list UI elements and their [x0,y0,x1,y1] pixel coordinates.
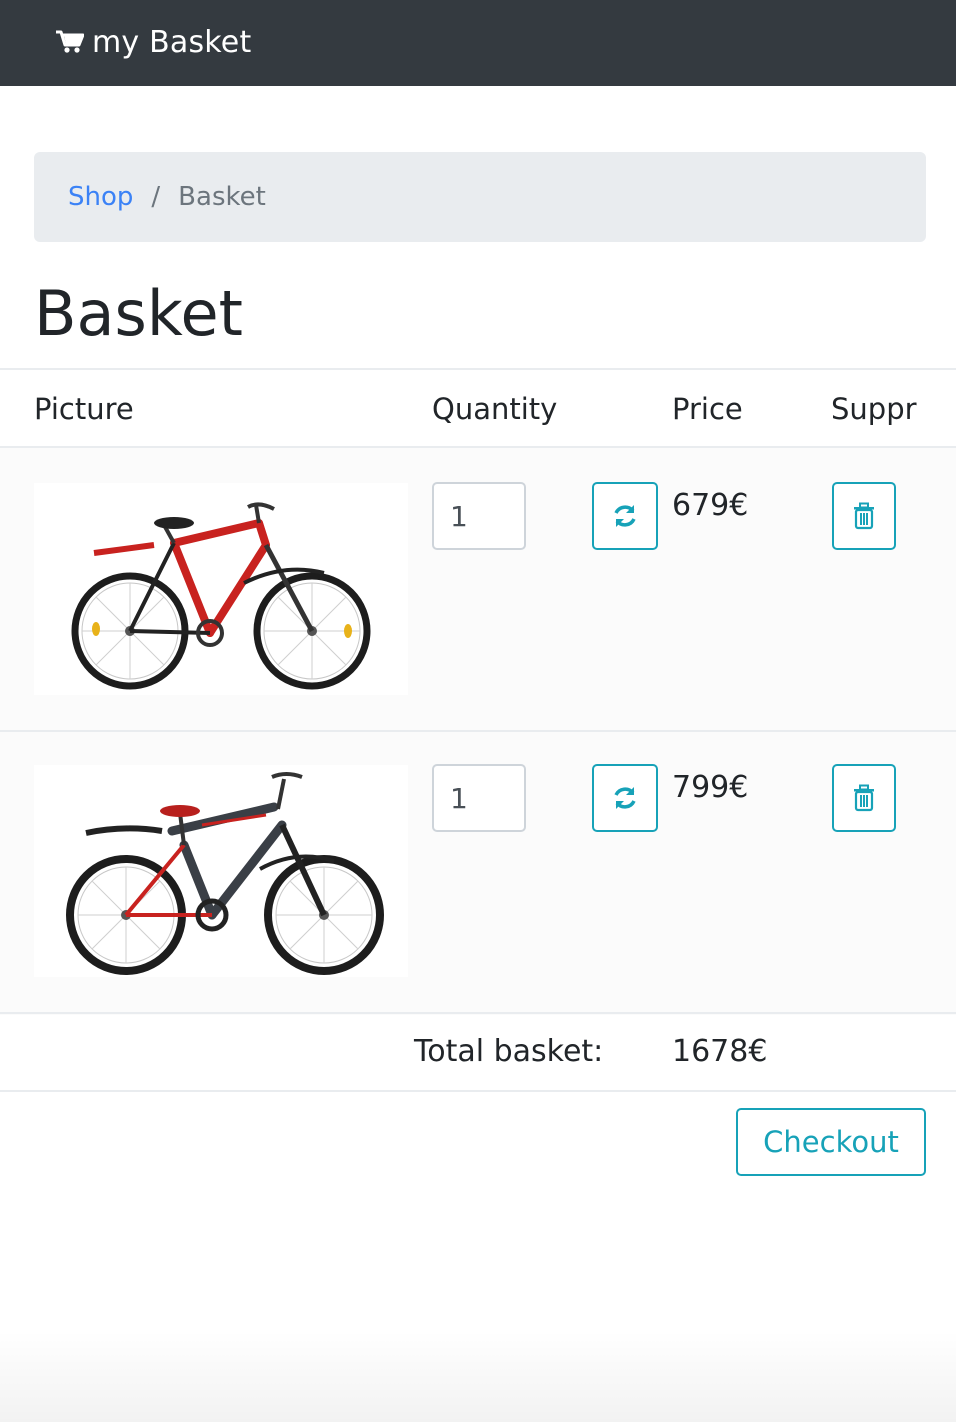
total-value: 1678€ [672,1034,768,1069]
navbar: my Basket [0,0,956,86]
breadcrumb-current: Basket [178,182,266,212]
breadcrumb-shop-link[interactable]: Shop [68,182,133,212]
breadcrumb-separator: / [151,182,161,212]
cart-icon [56,30,84,54]
trash-icon [852,502,876,530]
header-picture: Picture [34,392,134,426]
bottom-shadow [0,1330,956,1422]
row-divider [0,1012,956,1014]
header-price: Price [672,392,743,426]
trash-icon [852,784,876,812]
update-quantity-button[interactable] [592,764,658,832]
item-price: 679€ [672,488,749,523]
product-image-red-bicycle [34,483,408,695]
breadcrumb: Shop / Basket [34,152,926,242]
refresh-icon [611,784,639,812]
item-price: 799€ [672,770,749,805]
quantity-input[interactable] [432,764,526,832]
refresh-icon [611,502,639,530]
total-label: Total basket: [414,1034,604,1069]
delete-item-button[interactable] [832,764,896,832]
delete-item-button[interactable] [832,482,896,550]
page-title: Basket [34,277,243,350]
brand-link[interactable]: my Basket [56,20,251,64]
brand-text: my Basket [92,24,252,60]
update-quantity-button[interactable] [592,482,658,550]
quantity-input[interactable] [432,482,526,550]
checkout-button[interactable]: Checkout [736,1108,926,1176]
product-image-black-red-bicycle [34,765,408,977]
header-delete: Suppr [831,392,917,426]
table-top-divider [0,368,956,370]
total-divider [0,1090,956,1092]
header-quantity: Quantity [432,392,558,426]
